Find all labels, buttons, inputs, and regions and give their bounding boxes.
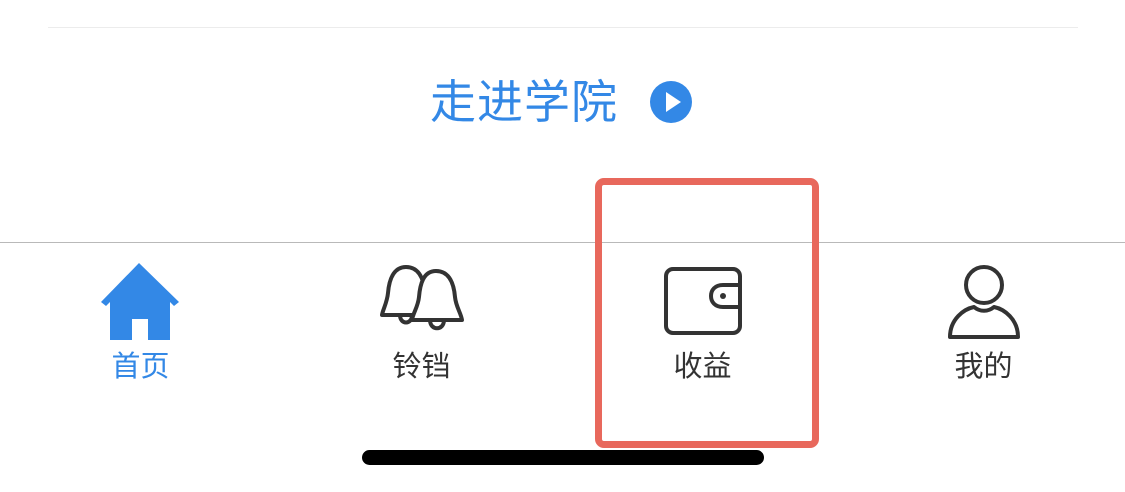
enter-academy-link[interactable]: 走进学院	[430, 70, 692, 134]
enter-academy-label: 走进学院	[430, 75, 618, 129]
tab-bells-label: 铃铛	[392, 349, 451, 383]
tab-home[interactable]: 首页	[0, 243, 281, 413]
wallet-icon	[663, 267, 742, 335]
tab-home-label: 首页	[111, 349, 170, 383]
tab-mine-label: 我的	[954, 349, 1013, 383]
home-icon	[100, 263, 179, 340]
tab-earnings-label: 收益	[673, 349, 732, 383]
bell-icon	[379, 265, 464, 331]
top-divider	[48, 27, 1078, 28]
tab-mine[interactable]: 我的	[843, 243, 1124, 413]
home-indicator[interactable]	[362, 450, 764, 465]
person-icon	[947, 265, 1020, 339]
tab-bells[interactable]: 铃铛	[281, 243, 562, 413]
play-circle-icon	[650, 81, 692, 123]
tab-earnings[interactable]: 收益	[562, 243, 843, 413]
